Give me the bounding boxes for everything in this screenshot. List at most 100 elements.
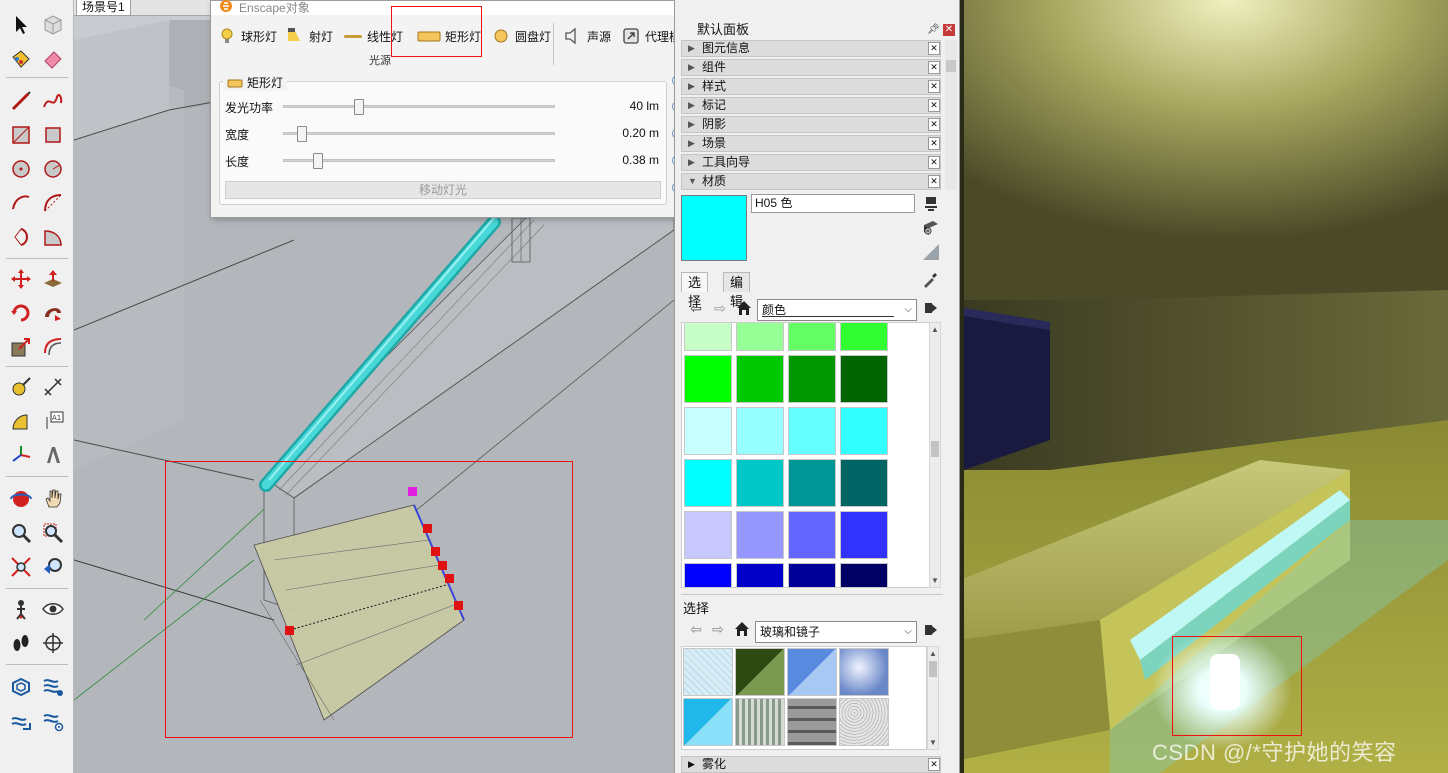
color-swatch[interactable]: [736, 511, 784, 559]
color-swatch[interactable]: [736, 323, 784, 351]
color-swatch[interactable]: [840, 355, 888, 403]
color-swatch[interactable]: [788, 323, 836, 351]
polygon-tool-icon[interactable]: [40, 156, 66, 182]
color-swatch[interactable]: [788, 563, 836, 587]
texture-swatch[interactable]: [683, 698, 733, 746]
color-swatch[interactable]: [684, 407, 732, 455]
orbit-tool-icon[interactable]: [8, 486, 34, 512]
texture-swatch[interactable]: [683, 648, 733, 696]
follow-me-icon[interactable]: [40, 300, 66, 326]
tray-section-fog[interactable]: ▶ 雾化 ✕: [681, 756, 941, 773]
close-icon[interactable]: ✕: [928, 61, 940, 74]
details-arrow-icon[interactable]: [923, 622, 939, 638]
texture-swatch[interactable]: [839, 648, 889, 696]
texture-swatch[interactable]: [839, 698, 889, 746]
length-slider-thumb[interactable]: [313, 153, 323, 169]
home-icon[interactable]: [733, 620, 751, 638]
move-light-button[interactable]: 移动灯光: [225, 181, 661, 199]
close-icon[interactable]: ✕: [943, 24, 955, 36]
power-slider[interactable]: [283, 99, 555, 115]
tray-section-components[interactable]: ▶ 组件 ✕: [681, 59, 941, 76]
forward-icon[interactable]: ⇨: [711, 299, 729, 317]
tab-select[interactable]: 选择: [681, 272, 709, 309]
stamp-tool-icon[interactable]: [40, 708, 66, 734]
close-icon[interactable]: ✕: [928, 99, 940, 112]
scene-tab[interactable]: 场景号1: [76, 0, 131, 16]
close-icon[interactable]: ✕: [928, 156, 940, 169]
tray-section-tags[interactable]: ▶ 标记 ✕: [681, 97, 941, 114]
width-slider-thumb[interactable]: [297, 126, 307, 142]
look-around-icon[interactable]: [40, 596, 66, 622]
power-slider-thumb[interactable]: [354, 99, 364, 115]
component-tool-icon[interactable]: [40, 12, 66, 38]
close-icon[interactable]: ✕: [928, 118, 940, 131]
texture-swatch[interactable]: [735, 698, 785, 746]
zoom-tool-icon[interactable]: [8, 520, 34, 546]
texture-swatch[interactable]: [787, 698, 837, 746]
default-material-icon[interactable]: [921, 242, 941, 262]
tray-scrollbar[interactable]: [945, 40, 957, 190]
color-swatch[interactable]: [684, 459, 732, 507]
tray-section-materials[interactable]: ▼ 材质 ✕: [681, 173, 941, 190]
light-type-sphere[interactable]: 球形灯: [217, 23, 277, 49]
color-swatch[interactable]: [736, 355, 784, 403]
color-swatch[interactable]: [684, 355, 732, 403]
arc-tool-icon[interactable]: [8, 190, 34, 216]
color-swatch[interactable]: [736, 459, 784, 507]
texture-swatch[interactable]: [787, 648, 837, 696]
move-tool-icon[interactable]: [8, 266, 34, 292]
color-swatch[interactable]: [788, 511, 836, 559]
color-swatch[interactable]: [736, 563, 784, 587]
color-swatch[interactable]: [840, 323, 888, 351]
select-tool-icon[interactable]: [8, 12, 34, 38]
color-swatch[interactable]: [684, 323, 732, 351]
back-icon[interactable]: ⇦: [687, 299, 705, 317]
line-tool-icon[interactable]: [8, 88, 34, 114]
color-swatch[interactable]: [684, 563, 732, 587]
tape-measure-icon[interactable]: [8, 374, 34, 400]
pie-tool-icon[interactable]: [40, 224, 66, 250]
protractor-icon[interactable]: [8, 408, 34, 434]
push-pull-icon[interactable]: [40, 266, 66, 292]
back-icon[interactable]: ⇦: [687, 620, 705, 638]
create-material-icon[interactable]: [921, 218, 941, 238]
smoove-tool-icon[interactable]: [8, 708, 34, 734]
color-swatch[interactable]: [840, 511, 888, 559]
light-type-spot[interactable]: 射灯: [285, 23, 333, 49]
color-swatch[interactable]: [684, 511, 732, 559]
rotate-tool-icon[interactable]: [8, 300, 34, 326]
sandbox-from-scratch-icon[interactable]: [40, 674, 66, 700]
paint-bucket-icon[interactable]: [8, 46, 34, 72]
freehand-tool-icon[interactable]: [40, 88, 66, 114]
tray-section-scenes[interactable]: ▶ 场景 ✕: [681, 135, 941, 152]
texture-scrollbar[interactable]: ▲ ▼: [927, 646, 939, 750]
details-arrow-icon[interactable]: [923, 300, 939, 316]
eyedropper-icon[interactable]: [921, 271, 939, 289]
color-swatch[interactable]: [736, 407, 784, 455]
pin-icon[interactable]: 📌︎: [927, 24, 940, 35]
section-plane-icon[interactable]: [40, 630, 66, 656]
tray-section-shadows[interactable]: ▶ 阴影 ✕: [681, 116, 941, 133]
texture-swatch[interactable]: [735, 648, 785, 696]
tab-edit[interactable]: 编辑: [723, 272, 751, 309]
pan-tool-icon[interactable]: [40, 486, 66, 512]
two-point-arc-icon[interactable]: [40, 190, 66, 216]
3d-text-icon[interactable]: [40, 442, 66, 468]
sandbox-from-contours-icon[interactable]: [8, 674, 34, 700]
collection-dropdown[interactable]: 颜色 ⌵: [757, 299, 917, 321]
rectangle-tool-icon[interactable]: [8, 122, 34, 148]
three-point-arc-icon[interactable]: [8, 224, 34, 250]
color-swatch[interactable]: [788, 355, 836, 403]
length-slider[interactable]: [283, 153, 555, 169]
axes-tool-icon[interactable]: [8, 442, 34, 468]
color-swatch[interactable]: [840, 563, 888, 587]
color-swatch[interactable]: [840, 459, 888, 507]
close-icon[interactable]: ✕: [928, 80, 940, 93]
zoom-extents-icon[interactable]: [8, 554, 34, 580]
forward-icon[interactable]: ⇨: [709, 620, 727, 638]
scale-tool-icon[interactable]: [8, 334, 34, 360]
close-icon[interactable]: ✕: [928, 758, 940, 771]
material-name-field[interactable]: H05 色: [751, 194, 915, 213]
tray-section-styles[interactable]: ▶ 样式 ✕: [681, 78, 941, 95]
light-type-rectangle[interactable]: 矩形灯: [417, 23, 481, 49]
